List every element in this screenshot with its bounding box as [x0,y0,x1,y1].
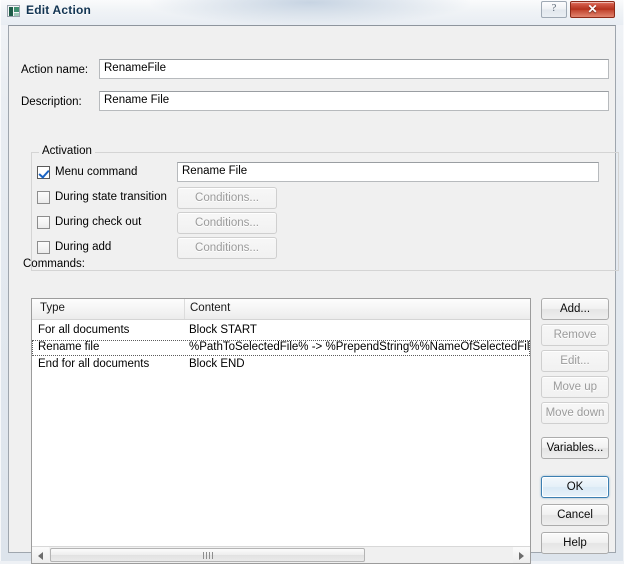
add-button[interactable]: Add... [541,298,609,320]
remove-button[interactable]: Remove [541,324,609,346]
listview-header: Type Content [32,299,530,320]
column-header-content[interactable]: Content [190,302,230,314]
label-menu-command: Menu command [55,166,137,178]
description-input[interactable]: Rename File [99,91,609,111]
dialog-content-panel: Action name: RenameFile Description: Ren… [8,25,616,553]
scrollbar-thumb[interactable] [50,548,365,562]
variables-button[interactable]: Variables... [541,437,609,459]
commands-label: Commands: [23,258,85,270]
row-content: Block END [189,358,245,370]
window-title: Edit Action [26,3,91,17]
row-content: Block START [189,324,257,336]
move-up-button[interactable]: Move up [541,376,609,398]
edit-button[interactable]: Edit... [541,350,609,372]
label-during-state-transition: During state transition [55,191,167,203]
action-name-label: Action name: [21,64,88,76]
title-bar-glow [150,0,470,25]
label-during-check-out: During check out [55,216,141,228]
column-header-type[interactable]: Type [40,302,65,314]
action-name-input[interactable]: RenameFile [99,59,609,79]
column-divider[interactable] [184,299,185,319]
scrollbar-grip-icon [203,552,214,559]
move-down-button[interactable]: Move down [541,402,609,424]
edit-action-dialog: Edit Action ? ✕ Action name: RenameFile … [0,0,624,561]
checkbox-during-check-out[interactable] [37,216,50,229]
table-row[interactable]: For all documents Block START [32,323,530,339]
conditions-button-add[interactable]: Conditions... [177,237,277,259]
checkbox-menu-command[interactable] [37,166,50,179]
app-icon [7,5,20,17]
table-row[interactable]: End for all documents Block END [32,357,530,373]
row-content: %PathToSelectedFile% -> %PrependString%%… [189,341,531,353]
table-row[interactable]: Rename file %PathToSelectedFile% -> %Pre… [32,340,530,356]
help-icon: ? [542,2,566,14]
cancel-button[interactable]: Cancel [541,504,609,526]
commands-listview[interactable]: Type Content For all documents Block STA… [31,298,531,564]
title-bar: Edit Action ? ✕ [0,0,624,25]
help-titlebar-button[interactable]: ? [541,1,567,18]
label-during-add: During add [55,241,111,253]
checkbox-during-add[interactable] [37,241,50,254]
ok-button[interactable]: OK [541,476,609,498]
close-button[interactable]: ✕ [570,1,615,18]
row-type: For all documents [38,324,129,336]
help-button[interactable]: Help [541,532,609,554]
horizontal-scrollbar[interactable] [32,546,530,563]
checkbox-during-state-transition[interactable] [37,191,50,204]
description-label: Description: [21,96,82,108]
row-type: End for all documents [38,358,149,370]
menu-command-input[interactable]: Rename File [177,162,599,182]
row-type: Rename file [38,341,99,353]
conditions-button-state-transition[interactable]: Conditions... [177,187,277,209]
close-icon: ✕ [571,2,614,17]
activation-group-title: Activation [39,145,95,157]
conditions-button-check-out[interactable]: Conditions... [177,212,277,234]
